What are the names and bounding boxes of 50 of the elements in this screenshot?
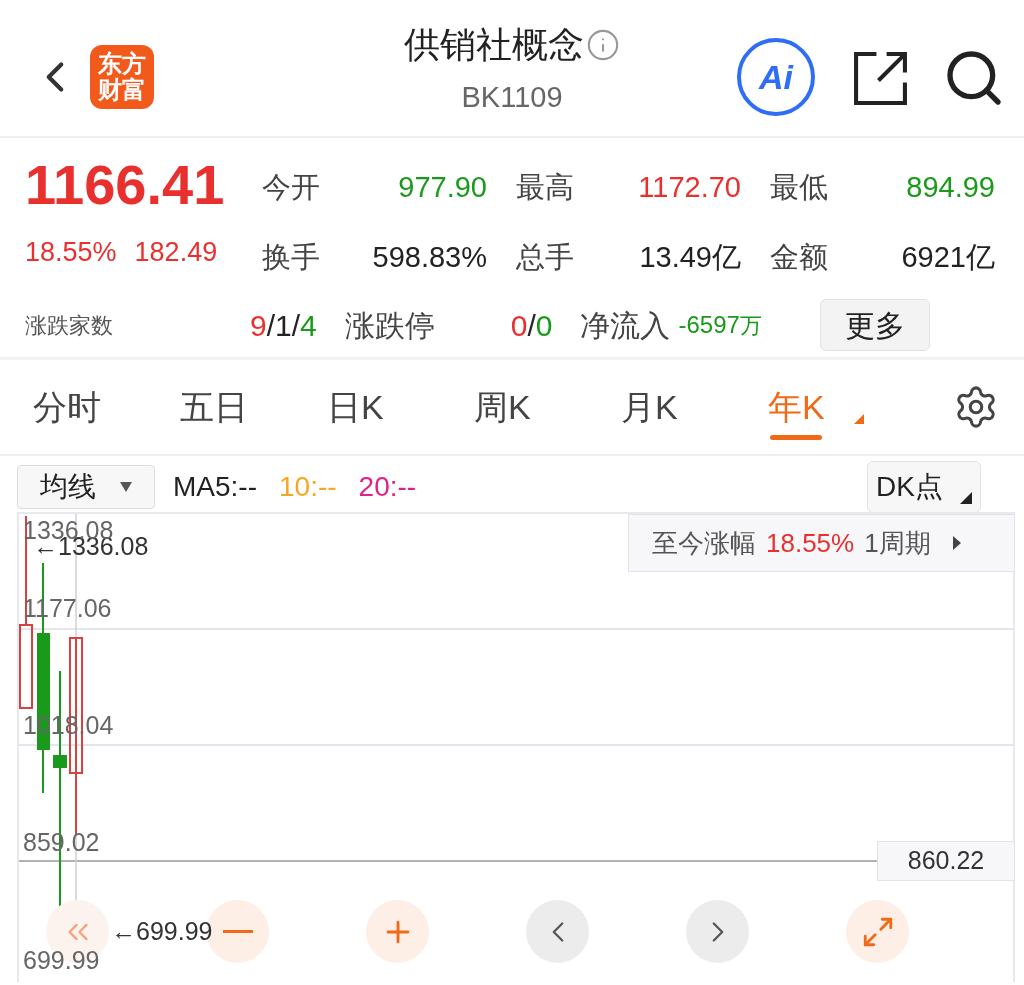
- dk-button[interactable]: DK点: [867, 461, 981, 513]
- corner-triangle-icon: [854, 414, 864, 424]
- period-count: 1周期: [864, 526, 931, 560]
- low-price-marker: ←699.99: [111, 919, 213, 944]
- moving-average-value: MA5:--: [173, 470, 257, 504]
- period-gain-label: 至今涨幅: [652, 526, 756, 560]
- period-gain-value: 18.55%: [766, 526, 855, 560]
- dropdown-triangle-icon: [120, 482, 132, 492]
- stat-value: 6921亿: [901, 239, 995, 275]
- minus-icon: [222, 930, 253, 933]
- ai-button[interactable]: Ai: [737, 38, 815, 116]
- stat-label: 最高: [516, 170, 574, 205]
- inflow-value: -6597万: [678, 310, 762, 340]
- period-tab[interactable]: 周K: [474, 372, 621, 442]
- corner-triangle-icon: [960, 492, 972, 504]
- stat-label: 最低: [770, 170, 828, 205]
- y-axis-label: 699.99: [23, 948, 100, 973]
- period-gain-panel[interactable]: 至今涨幅 18.55% 1周期: [628, 514, 1015, 572]
- right-triangle-icon[interactable]: [952, 536, 961, 550]
- period-tab[interactable]: 月K: [621, 372, 768, 442]
- period-tab[interactable]: 分时: [33, 372, 180, 442]
- share-icon[interactable]: [852, 50, 909, 107]
- index-code: BK1109: [461, 80, 563, 116]
- stat-label: 金额: [770, 239, 828, 275]
- moving-average-value: 20:--: [358, 470, 417, 504]
- stat-value: 13.49亿: [639, 239, 741, 275]
- moving-average-value: 10:--: [279, 470, 337, 504]
- last-price: 1166.41: [25, 152, 225, 218]
- change-percent: 18.55%: [25, 236, 117, 269]
- period-tab[interactable]: 日K: [327, 372, 474, 442]
- stat-value: 1172.70: [638, 170, 741, 205]
- limit-label: 涨跌停: [344, 307, 436, 344]
- stat-label: 换手: [262, 239, 320, 275]
- change-value: 182.49: [134, 236, 218, 269]
- price-tag: 860.22: [877, 841, 1015, 881]
- more-button[interactable]: 更多: [819, 299, 930, 351]
- period-tab[interactable]: 五日: [180, 372, 327, 442]
- stat-value: 977.90: [398, 170, 487, 205]
- indicator-select[interactable]: 均线: [17, 465, 155, 509]
- app-logo: 东方 财富: [90, 45, 154, 109]
- inflow-label: 净流入: [580, 307, 671, 344]
- stat-label: 今开: [262, 170, 320, 205]
- limit-value: 0/0: [510, 307, 553, 344]
- breadth-label: 涨跌家数: [25, 311, 114, 340]
- page-title: 供销社概念: [404, 23, 584, 68]
- stat-value: 598.83%: [372, 239, 487, 275]
- stat-label: 总手: [516, 239, 574, 275]
- stat-value: 894.99: [906, 170, 995, 205]
- info-icon[interactable]: [586, 28, 620, 63]
- breadth-value: 9/1/4: [250, 307, 317, 344]
